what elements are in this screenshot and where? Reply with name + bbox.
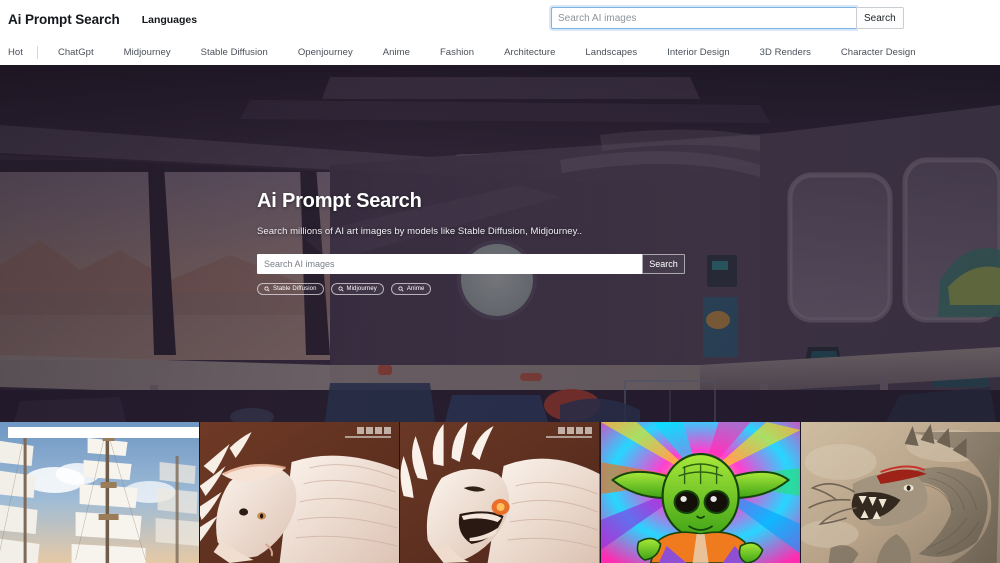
nav-item-character-design[interactable]: Character Design xyxy=(841,47,916,58)
nav-item-midjourney[interactable]: Midjourney xyxy=(124,47,171,58)
languages-menu[interactable]: Languages xyxy=(142,14,197,26)
gallery-item-ship[interactable] xyxy=(0,422,200,563)
gallery-image-dragon-sculpture-1 xyxy=(200,422,400,563)
search-icon xyxy=(338,286,344,292)
hero-suggestion-chips: Stable Diffusion Midjourney Anime xyxy=(257,283,687,295)
hero-content: Ai Prompt Search Search millions of AI a… xyxy=(257,190,687,295)
gallery-image-ship xyxy=(0,422,200,563)
site-header: Ai Prompt Search Languages Search xyxy=(0,0,1000,39)
nav-item-landscapes[interactable]: Landscapes xyxy=(585,47,637,58)
chip-anime[interactable]: Anime xyxy=(390,283,432,295)
gallery-image-asian-dragon xyxy=(800,422,1000,563)
chip-label: Anime xyxy=(406,286,425,292)
search-icon xyxy=(264,286,270,292)
site-logo[interactable]: Ai Prompt Search xyxy=(8,12,120,27)
gallery-item-asian-dragon[interactable] xyxy=(800,422,1000,563)
hero-search-input[interactable] xyxy=(257,254,642,274)
nav-item-anime[interactable]: Anime xyxy=(383,47,410,58)
header-search-input[interactable] xyxy=(551,7,856,29)
gallery-white-overlay-bar xyxy=(8,427,200,438)
chip-midjourney[interactable]: Midjourney xyxy=(330,283,384,295)
hero-banner: Ai Prompt Search Search millions of AI a… xyxy=(0,65,1000,422)
nav-item-hot[interactable]: Hot xyxy=(8,47,23,58)
nav-item-architecture[interactable]: Architecture xyxy=(504,47,555,58)
gallery-item-dragon-sculpture-2[interactable] xyxy=(400,422,600,563)
image-gallery xyxy=(0,422,1000,563)
header-search-button[interactable]: Search xyxy=(856,7,904,29)
chip-label: Midjourney xyxy=(346,286,377,292)
gallery-image-dragon-sculpture-2 xyxy=(400,422,600,563)
chip-label: Stable Diffusion xyxy=(273,286,317,292)
header-search-form: Search xyxy=(551,7,904,29)
category-nav: Hot ChatGpt Midjourney Stable Diffusion … xyxy=(0,39,1000,65)
nav-item-stable-diffusion[interactable]: Stable Diffusion xyxy=(201,47,268,58)
nav-divider xyxy=(36,45,38,59)
nav-item-3d-renders[interactable]: 3D Renders xyxy=(760,47,811,58)
page-root: Ai Prompt Search Languages Search Hot Ch… xyxy=(0,0,1000,563)
hero-search-form: Search xyxy=(257,254,685,274)
nav-item-openjourney[interactable]: Openjourney xyxy=(298,47,353,58)
gallery-item-dragon-sculpture-1[interactable] xyxy=(200,422,400,563)
nav-item-fashion[interactable]: Fashion xyxy=(440,47,474,58)
nav-item-chatgpt[interactable]: ChatGpt xyxy=(58,47,94,58)
gallery-image-psychedelic-yoda xyxy=(600,422,800,563)
hero-title: Ai Prompt Search xyxy=(257,190,422,212)
image-watermark xyxy=(345,427,392,438)
search-icon xyxy=(398,286,404,292)
image-watermark xyxy=(545,427,592,438)
gallery-item-psychedelic-yoda[interactable] xyxy=(600,422,800,563)
chip-stable-diffusion[interactable]: Stable Diffusion xyxy=(257,283,324,295)
nav-item-interior-design[interactable]: Interior Design xyxy=(667,47,730,58)
hero-search-button[interactable]: Search xyxy=(642,254,685,274)
hero-subtitle: Search millions of AI art images by mode… xyxy=(257,226,583,237)
